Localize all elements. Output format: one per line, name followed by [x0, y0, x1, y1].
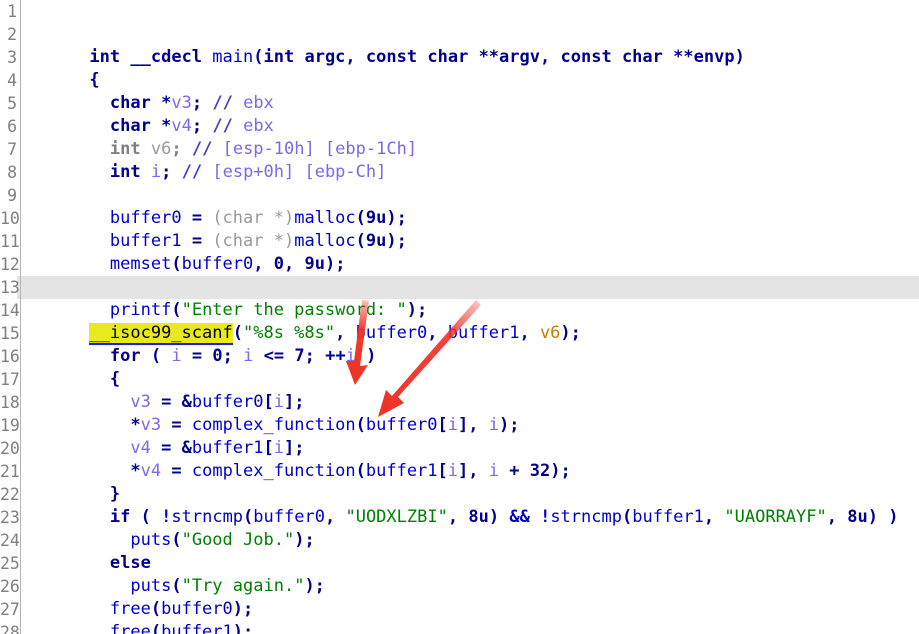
code-line[interactable]: 22 puts("Good Job."); — [0, 483, 919, 550]
line-number: 1 — [7, 2, 17, 21]
line-number: 10 — [0, 209, 20, 228]
code-line[interactable]: 21 if ( !strncmp(buffer0, "UODXLZBI", 8u… — [0, 460, 919, 527]
gutter-separator — [20, 0, 21, 634]
line-number: 26 — [0, 577, 20, 596]
code-line[interactable]: 26 free(buffer1); — [0, 575, 919, 634]
code-line[interactable]: 10 memset(buffer0, 0, 9u); — [0, 207, 919, 274]
line-number: 6 — [7, 117, 17, 136]
code-area[interactable]: 1 int __cdecl main(int argc, const char … — [0, 0, 919, 634]
code-line[interactable]: 12 printf("Enter the password: "); — [0, 253, 919, 320]
line-number: 22 — [0, 485, 20, 504]
line-number: 23 — [0, 508, 20, 527]
line-number: 8 — [7, 163, 17, 182]
line-number: 21 — [0, 462, 20, 481]
line-number: 15 — [0, 324, 20, 343]
code-line[interactable]: 7 — [0, 138, 919, 161]
line-number: 17 — [0, 370, 20, 389]
line-number: 20 — [0, 439, 20, 458]
line-number: 4 — [7, 71, 17, 90]
line-number: 18 — [0, 393, 20, 412]
code-line[interactable]: 8 buffer0 = (char *)malloc(9u); — [0, 161, 919, 228]
code-line[interactable]: 16 v3 = &buffer0[i]; — [0, 345, 919, 412]
line-number: 3 — [7, 48, 17, 67]
code-line[interactable]: 18 v4 = &buffer1[i]; — [0, 391, 919, 458]
line-number: 9 — [7, 186, 17, 205]
line-number: 16 — [0, 347, 20, 366]
line-number: 2 — [7, 25, 17, 44]
line-number: 28 — [0, 623, 20, 634]
code-line[interactable]: 23 else — [0, 506, 919, 573]
code-line[interactable]: 25 free(buffer0); — [0, 552, 919, 619]
line-number: 27 — [0, 600, 20, 619]
line-number: 12 — [0, 255, 20, 274]
code-line[interactable]: 28 } — [0, 621, 919, 634]
line-number: 13 — [0, 276, 20, 299]
code-line[interactable]: 15 { — [0, 322, 919, 389]
code-line[interactable]: 19 *v4 = complex_function(buffer1[i], i … — [0, 414, 919, 481]
line-number: 25 — [0, 554, 20, 573]
code-line[interactable]: 5 int v6; // [esp-10h] [ebp-1Ch] — [0, 92, 919, 159]
code-line[interactable]: 27 return 0; — [0, 598, 919, 621]
code-line[interactable]: 1 int __cdecl main(int argc, const char … — [0, 0, 919, 67]
code-line[interactable]: 24 puts("Try again."); — [0, 529, 919, 596]
code-line[interactable]: 11 memset(buffer1, 0, 9u); — [0, 230, 919, 297]
code-line[interactable]: 17 *v3 = complex_function(buffer0[i], i)… — [0, 368, 919, 435]
code-line[interactable]: 14 for ( i = 0; i <= 7; ++i ) — [0, 299, 919, 366]
code-line[interactable]: 6 int i; // [esp+0h] [ebp-Ch] — [0, 115, 919, 182]
code-line[interactable]: 20 } — [0, 437, 919, 504]
line-number: 7 — [7, 140, 17, 159]
line-number: 5 — [7, 94, 17, 113]
code-line[interactable]: 2 { — [0, 23, 919, 90]
code-line[interactable]: 3 char *v3; // ebx — [0, 46, 919, 113]
code-line[interactable]: 9 buffer1 = (char *)malloc(9u); — [0, 184, 919, 251]
line-number: 11 — [0, 232, 20, 251]
line-number: 19 — [0, 416, 20, 435]
code-line[interactable]: 4 char *v4; // ebx — [0, 69, 919, 136]
line-number: 24 — [0, 531, 20, 550]
pseudocode-viewer[interactable]: 1 int __cdecl main(int argc, const char … — [0, 0, 919, 634]
line-number: 14 — [0, 301, 20, 320]
code-line-highlighted[interactable]: 13 __isoc99_scanf("%8s %8s", buffer0, bu… — [0, 276, 919, 343]
